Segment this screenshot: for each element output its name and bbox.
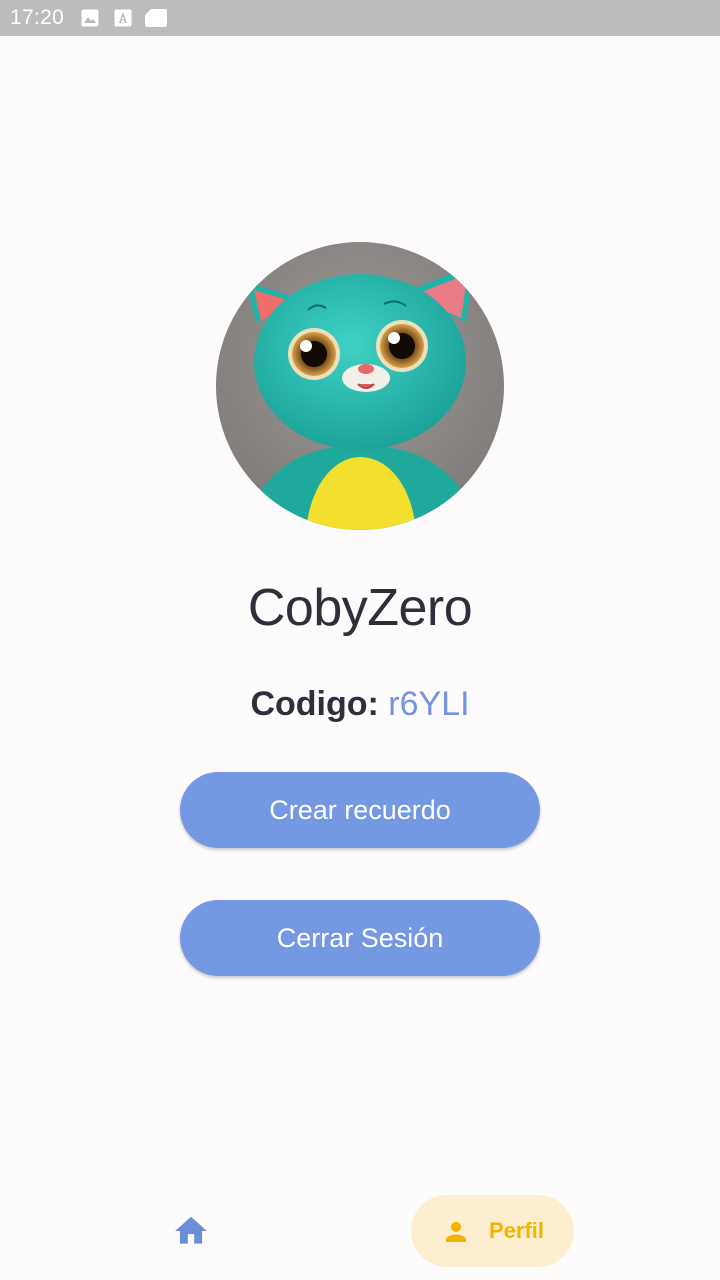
- user-code: Codigo: r6YLI: [0, 682, 720, 726]
- code-label: Codigo:: [250, 685, 379, 723]
- logout-button[interactable]: Cerrar Sesión: [180, 900, 540, 976]
- sd-card-icon: [145, 9, 167, 32]
- home-icon: [175, 1216, 207, 1244]
- person-icon: [446, 1222, 466, 1242]
- status-bar: 17:20: [0, 0, 720, 36]
- nav-profile-label: Perfil: [489, 1218, 545, 1243]
- font-download-icon: [114, 9, 132, 32]
- image-icon: [81, 9, 99, 32]
- create-memory-button[interactable]: Crear recuerdo: [180, 772, 540, 848]
- cat-avatar: [216, 242, 504, 530]
- status-time: 17:20: [10, 6, 65, 29]
- nav-profile-tab[interactable]: Perfil: [411, 1195, 574, 1267]
- nav-home-tab[interactable]: [172, 1212, 210, 1250]
- code-value: r6YLI: [388, 685, 470, 723]
- profile-avatar: [216, 242, 504, 530]
- username: CobyZero: [247, 579, 473, 637]
